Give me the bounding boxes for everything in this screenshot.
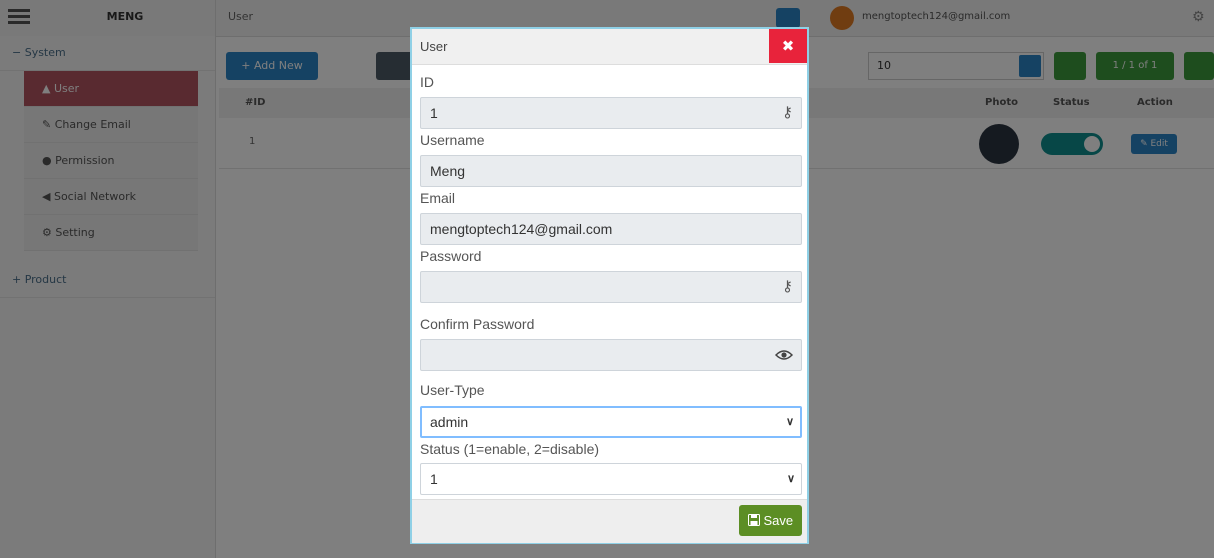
status-value: 1: [430, 471, 438, 487]
key-icon: ⚷: [782, 104, 793, 121]
email-label: Email: [420, 190, 456, 206]
modal-header: User ✖: [412, 29, 807, 65]
id-label: ID: [420, 74, 434, 90]
modal-title: User: [420, 39, 448, 54]
floppy-disk-icon: [747, 513, 764, 528]
password-label: Password: [420, 248, 482, 264]
id-field[interactable]: 1 ⚷: [420, 97, 802, 129]
save-label: Save: [763, 513, 794, 528]
key-icon[interactable]: ⚷: [782, 272, 793, 302]
chevron-down-icon: ∨: [786, 473, 795, 485]
user-type-select[interactable]: admin ∨: [420, 406, 802, 438]
user-type-value: admin: [430, 414, 469, 430]
close-button[interactable]: ✖: [769, 29, 807, 63]
username-label: Username: [420, 132, 485, 148]
chevron-down-icon: ∨: [785, 416, 794, 428]
email-value: mengtoptech124@gmail.com: [430, 221, 613, 237]
password-field[interactable]: ⚷: [420, 271, 802, 303]
modal-footer: Save: [412, 499, 807, 543]
username-value: Meng: [430, 163, 466, 179]
status-label: Status (1=enable, 2=disable): [420, 441, 600, 457]
save-button[interactable]: Save: [739, 505, 802, 536]
email-field[interactable]: mengtoptech124@gmail.com: [420, 213, 802, 245]
confirm-password-label: Confirm Password: [420, 316, 535, 332]
user-modal: User ✖ ID 1 ⚷ Username Meng Email mengto…: [410, 27, 809, 544]
user-type-label: User-Type: [420, 382, 485, 398]
status-select[interactable]: 1 ∨: [420, 463, 802, 495]
username-field[interactable]: Meng: [420, 155, 802, 187]
eye-icon[interactable]: [774, 340, 794, 370]
close-icon: ✖: [781, 37, 795, 55]
id-value: 1: [430, 105, 438, 121]
confirm-password-field[interactable]: [420, 339, 802, 371]
